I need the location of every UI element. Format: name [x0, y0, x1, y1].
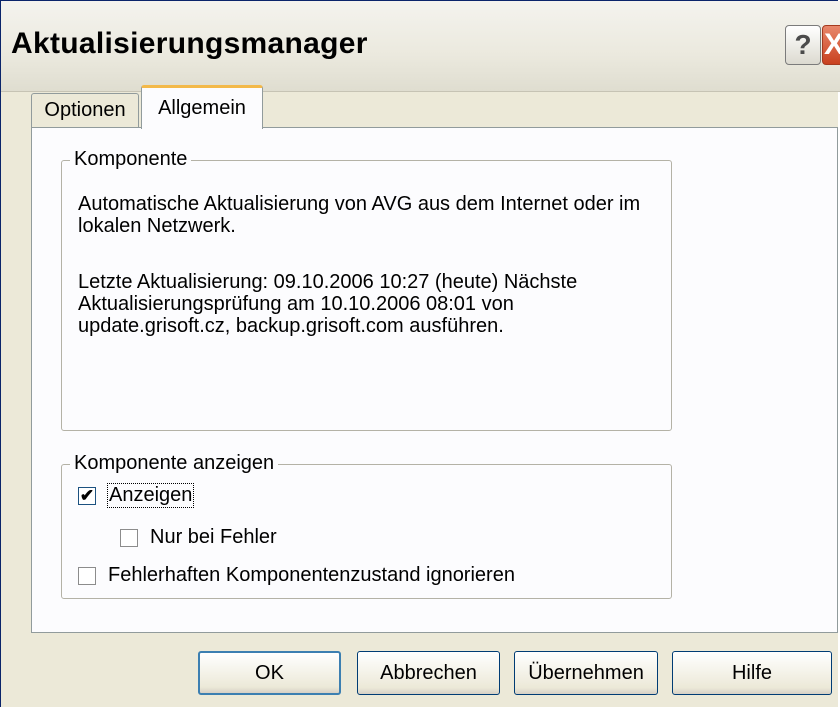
apply-button[interactable]: Übernehmen — [514, 651, 658, 695]
ignore-faulty-state-option[interactable]: Fehlerhaften Komponentenzustand ignorier… — [78, 564, 515, 587]
component-group-legend: Komponente — [70, 148, 192, 171]
only-on-error-checkbox[interactable] — [120, 528, 138, 547]
show-checkbox[interactable]: ✔ — [78, 486, 96, 505]
tab-allgemein-label: Allgemein — [158, 97, 246, 119]
window-title: Aktualisierungsmanager — [11, 27, 368, 60]
ignore-faulty-state-checkbox[interactable] — [78, 566, 96, 585]
ignore-faulty-state-label: Fehlerhaften Komponentenzustand ignorier… — [108, 564, 515, 586]
close-x-icon: X — [824, 28, 840, 62]
checkmark-icon: ✔ — [79, 486, 95, 505]
only-on-error-label: Nur bei Fehler — [150, 526, 277, 548]
title-bar[interactable]: Aktualisierungsmanager ? X — [1, 1, 840, 92]
only-on-error-option[interactable]: Nur bei Fehler — [120, 526, 277, 549]
dialog-window: Aktualisierungsmanager ? X Optionen Allg… — [0, 0, 840, 707]
help-title-button[interactable]: ? — [785, 25, 821, 65]
update-info-text: Letzte Aktualisierung: 09.10.2006 10:27 … — [78, 271, 578, 337]
close-button[interactable]: X — [822, 25, 840, 65]
component-description: Automatische Aktualisierung von AVG aus … — [78, 193, 641, 237]
show-checkbox-label: Anzeigen — [106, 483, 195, 508]
tab-allgemein[interactable]: Allgemein — [141, 85, 263, 129]
question-mark-icon: ? — [794, 29, 812, 60]
cancel-button[interactable]: Abbrechen — [357, 651, 500, 695]
tab-panel-allgemein: Komponente Automatische Aktualisierung v… — [31, 127, 838, 633]
display-group-legend: Komponente anzeigen — [70, 452, 279, 475]
help-button[interactable]: Hilfe — [672, 651, 832, 695]
ok-button[interactable]: OK — [198, 651, 341, 695]
tab-optionen-label: Optionen — [44, 99, 126, 121]
tab-optionen[interactable]: Optionen — [31, 93, 139, 127]
show-component-option[interactable]: ✔ Anzeigen — [78, 483, 195, 508]
component-group: Komponente Automatische Aktualisierung v… — [61, 148, 672, 431]
